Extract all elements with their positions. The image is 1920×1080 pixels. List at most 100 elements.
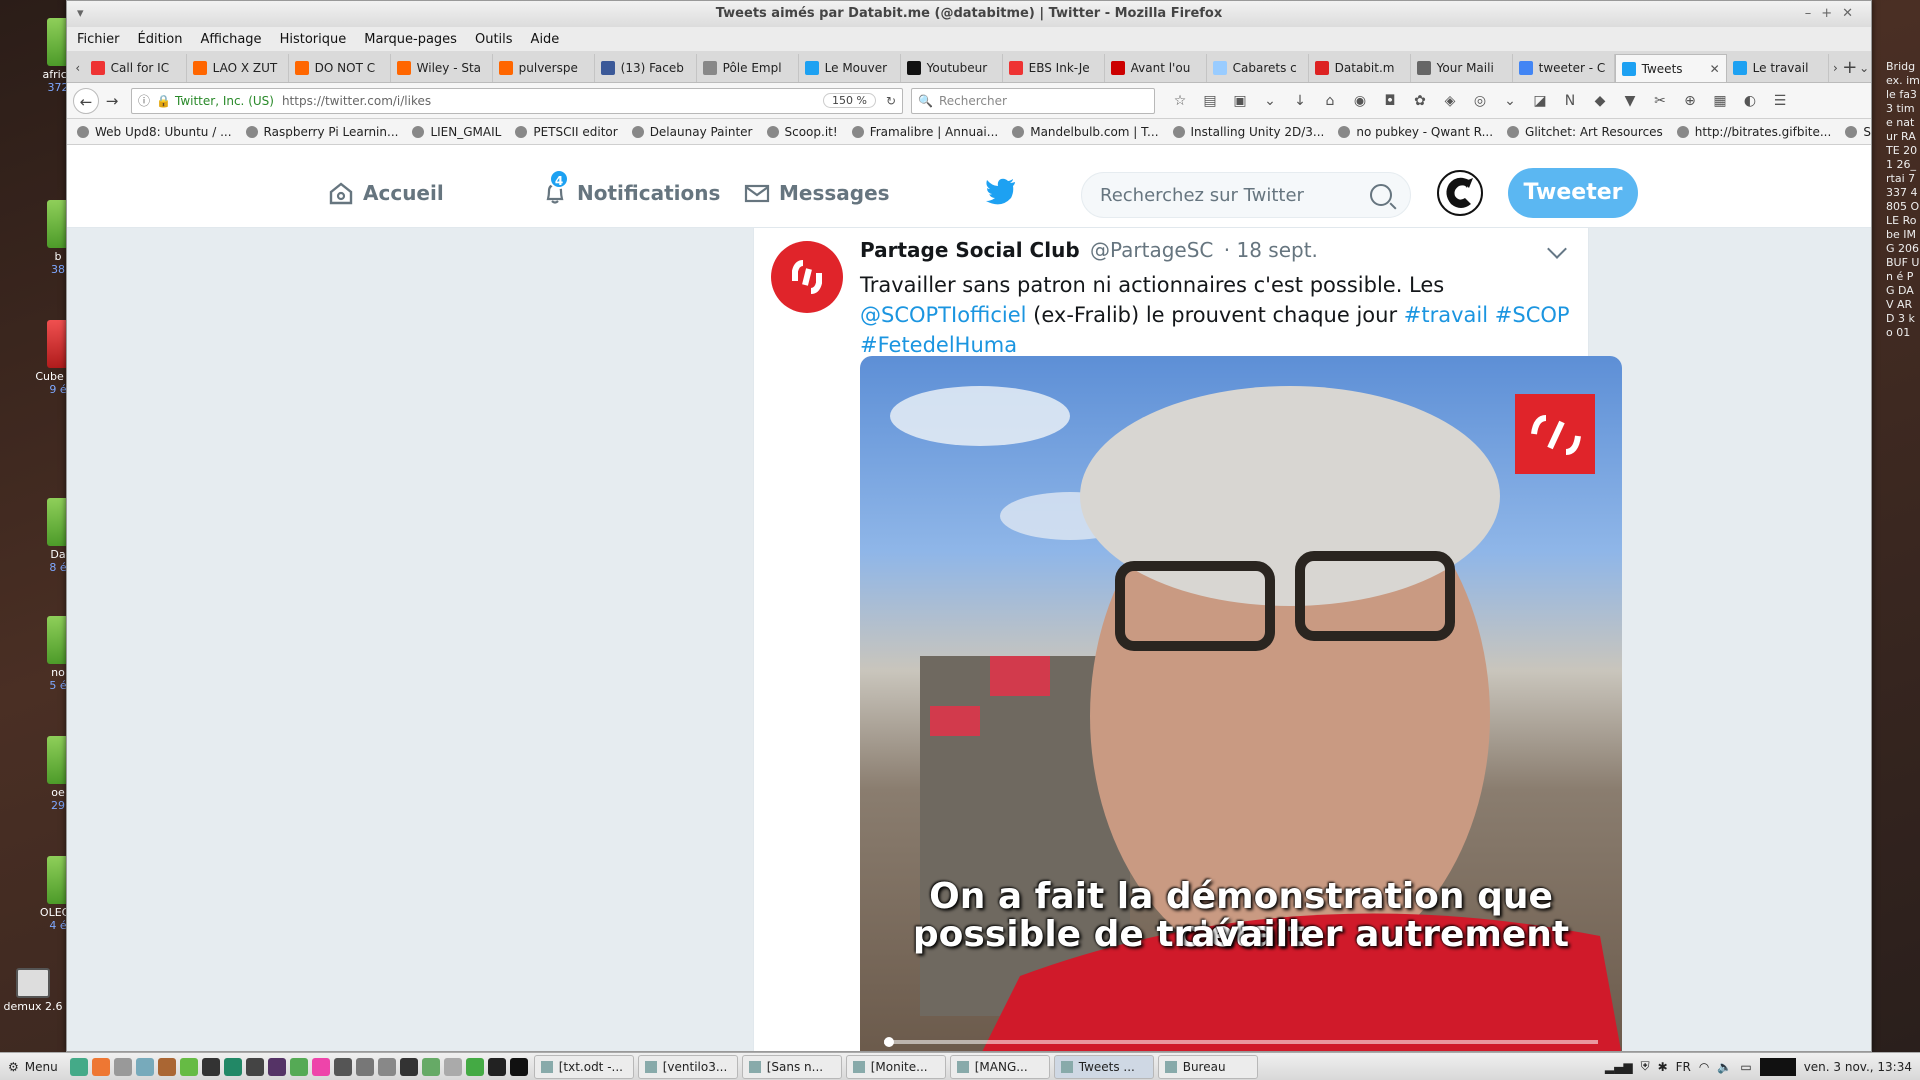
window-titlebar[interactable]: ▾ Tweets aimés par Databit.me (@databitm… [67,1,1871,27]
launcher-icon[interactable] [509,1057,528,1076]
browser-tab[interactable]: Call for IC [85,54,187,82]
new-tab-icon[interactable]: + [1842,54,1857,82]
extension-icon[interactable]: ◎ [1468,89,1492,113]
extension-icon[interactable]: ◆ [1588,89,1612,113]
launcher-icon[interactable] [135,1057,154,1076]
launcher-icon[interactable] [69,1057,88,1076]
menu-fichier[interactable]: Fichier [77,32,120,47]
bookmark-item[interactable]: Installing Unity 2D/3... [1172,125,1324,139]
launcher-icon[interactable] [377,1057,396,1076]
bookmark-item[interactable]: http://bitrates.gifbite... [1676,125,1831,139]
extension-icon[interactable]: N [1558,89,1582,113]
network-icon[interactable]: ▂▄▆ [1605,1060,1633,1074]
launcher-icon[interactable] [311,1057,330,1076]
tweet[interactable]: Partage Social Club @PartageSC · 18 sept… [753,228,1622,1051]
taskbar-task[interactable]: [Sans n... [741,1054,842,1079]
nav-home[interactable]: Accueil [327,158,444,228]
bookmark-item[interactable]: Delaunay Painter [631,125,753,139]
taskbar-task[interactable]: [Monite... [845,1054,946,1079]
tweet-date[interactable]: · 18 sept. [1224,238,1318,262]
pocket-icon[interactable]: ◘ [1378,89,1402,113]
browser-tab[interactable]: Pôle Empl [697,54,799,82]
launcher-icon[interactable] [355,1057,374,1076]
launcher-icon[interactable] [113,1057,132,1076]
browser-tab[interactable]: pulverspe [493,54,595,82]
extension-icon[interactable]: ◪ [1528,89,1552,113]
launcher-icon[interactable] [443,1057,462,1076]
launcher-icon[interactable] [157,1057,176,1076]
menu-affichage[interactable]: Affichage [200,32,261,47]
menu-outils[interactable]: Outils [475,32,513,47]
unity-icon[interactable] [245,1057,264,1076]
search-engine-icon[interactable]: 🔍 [918,94,933,108]
shield-icon[interactable]: ⛨ [1641,1059,1650,1074]
bluetooth-icon[interactable]: ✱ [1658,1060,1668,1074]
desktop-icon[interactable]: demux 2.6 [0,968,66,1013]
tab-list-chevron-icon[interactable]: ⌄ [1857,54,1871,82]
browser-tab[interactable]: Tweets ✕ [1614,54,1727,82]
bookmark-item[interactable]: Glitchet: Art Resources [1507,125,1663,139]
avatar[interactable] [1437,170,1483,216]
shield-icon[interactable]: ◈ [1438,89,1462,113]
firefox-icon[interactable] [91,1057,110,1076]
launcher-icon[interactable] [487,1057,506,1076]
url-text[interactable]: https://twitter.com/i/likes [282,94,823,108]
nav-notifications[interactable]: 4 Notifications [541,158,720,228]
bookmark-item[interactable]: PETSCII editor [515,125,618,139]
extension-icon[interactable]: ✂ [1648,89,1672,113]
video-progress-bar[interactable] [884,1037,1598,1047]
window-controls[interactable]: –+✕ [1805,1,1863,27]
zoom-level[interactable]: 150 % [822,93,876,108]
hashtag-link[interactable]: #FetedelHuma [860,333,1017,357]
launcher-icon[interactable] [267,1057,286,1076]
taskbar-task[interactable]: Tweets ... [1053,1054,1154,1079]
tabs-scroll-right-icon[interactable]: › [1829,54,1843,82]
terminal-icon[interactable] [399,1057,418,1076]
browser-tab[interactable]: (13) Faceb [595,54,697,82]
extension-chevron-icon[interactable]: ⌄ [1498,89,1522,113]
extension-icon[interactable]: ◐ [1738,89,1762,113]
bookmark-item[interactable]: no pubkey - Qwant R... [1338,125,1493,139]
tweet-author-name[interactable]: Partage Social Club [860,238,1080,262]
launcher-icon[interactable] [179,1057,198,1076]
tweet-author-handle[interactable]: @PartageSC [1090,238,1213,262]
twitter-bird-icon[interactable] [985,178,1017,209]
site-info-icon[interactable]: ⓘ [138,92,150,109]
twitter-search-input[interactable]: Recherchez sur Twitter [1081,172,1411,218]
extension-icon[interactable]: ⊕ [1678,89,1702,113]
browser-tab[interactable]: Wiley - Sta [391,54,493,82]
battery-icon[interactable]: ▭ [1740,1060,1751,1074]
bookmark-star-icon[interactable]: ☆ [1168,89,1192,113]
browser-tab[interactable]: Le Mouver [799,54,901,82]
start-menu-button[interactable]: ⚙ Menu [0,1060,68,1074]
browser-tab[interactable]: Cabarets c [1207,54,1309,82]
hashtag-link[interactable]: #travail [1404,303,1488,327]
home-icon[interactable]: ⌂ [1318,89,1342,113]
hashtag-link[interactable]: #SCOP [1495,303,1570,327]
bookmark-item[interactable]: Mandelbulb.com | T... [1012,125,1159,139]
launcher-icon[interactable] [201,1057,220,1076]
extension-icon[interactable]: ◉ [1348,89,1372,113]
wifi-icon[interactable]: ◠ [1699,1060,1709,1074]
bookmark-item[interactable]: Framalibre | Annuai... [851,125,998,139]
launcher-icon[interactable] [421,1057,440,1076]
launcher-icon[interactable] [289,1057,308,1076]
save-icon[interactable]: ▣ [1228,89,1252,113]
menu-historique[interactable]: Historique [280,32,347,47]
taskbar-task[interactable]: Bureau [1157,1054,1258,1079]
menu-edition[interactable]: Édition [138,32,183,47]
bookmark-item[interactable]: Web Upd8: Ubuntu / ... [77,125,232,139]
browser-tab[interactable]: DO NOT C [289,54,391,82]
browser-tab[interactable]: Your Maili [1411,54,1513,82]
menu-aide[interactable]: Aide [531,32,560,47]
extension-icon[interactable]: ✿ [1408,89,1432,113]
reload-icon[interactable]: ↻ [886,94,896,108]
search-icon[interactable] [1370,184,1392,206]
tweet-button[interactable]: Tweeter [1508,168,1638,218]
video-scrubber[interactable] [884,1037,894,1047]
download-icon[interactable]: ↓ [1288,89,1312,113]
back-icon[interactable]: ← [73,87,99,114]
bookmark-item[interactable]: SHARE - FAQ [1845,125,1871,139]
menu-marque-pages[interactable]: Marque-pages [364,32,457,47]
browser-tab[interactable]: Le travail [1727,54,1829,82]
